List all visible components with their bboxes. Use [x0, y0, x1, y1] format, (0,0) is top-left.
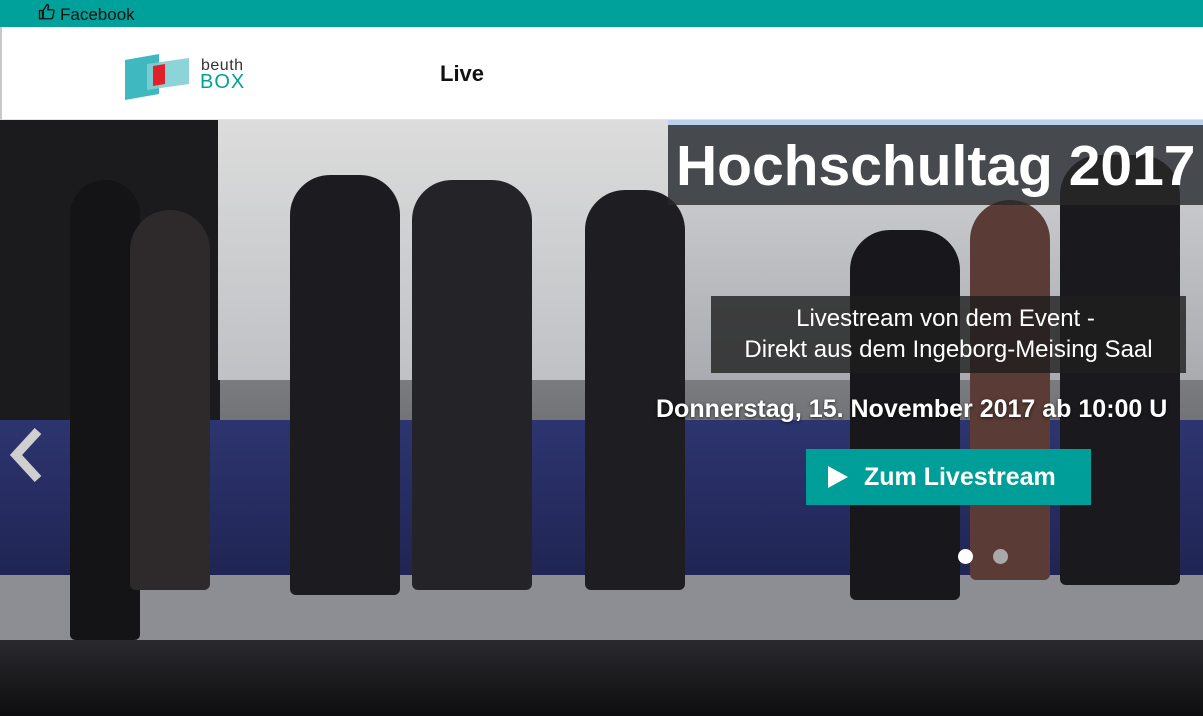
- facebook-link[interactable]: Facebook: [38, 3, 135, 26]
- logo-mark-icon: [125, 54, 189, 100]
- thumbs-up-icon: [38, 3, 56, 26]
- play-icon: [828, 466, 848, 488]
- top-bar: Facebook: [0, 0, 1203, 27]
- site-header: beuth BOX Live: [0, 27, 1203, 120]
- carousel-dot-2[interactable]: [993, 549, 1008, 564]
- beuth-box-logo[interactable]: beuth BOX: [123, 51, 273, 101]
- hero-subtitle-line1: Livestream von dem Event -: [796, 305, 1095, 332]
- carousel-prev-button[interactable]: [6, 425, 46, 485]
- chevron-left-icon: [9, 427, 42, 483]
- carousel-dot-1[interactable]: [958, 549, 973, 564]
- hero-subtitle-line2: Direkt aus dem Ingeborg-Meising Saal: [744, 336, 1153, 363]
- logo-text-box: BOX: [200, 71, 246, 93]
- zum-livestream-button[interactable]: Zum Livestream: [806, 449, 1091, 505]
- facebook-label: Facebook: [60, 4, 135, 24]
- hero-title: Hochschultag 2017: [676, 134, 1196, 198]
- event-date: Donnerstag, 15. November 2017 ab 10:00 U: [656, 395, 1168, 423]
- nav-item-live[interactable]: Live: [440, 61, 484, 87]
- cta-label: Zum Livestream: [864, 462, 1056, 491]
